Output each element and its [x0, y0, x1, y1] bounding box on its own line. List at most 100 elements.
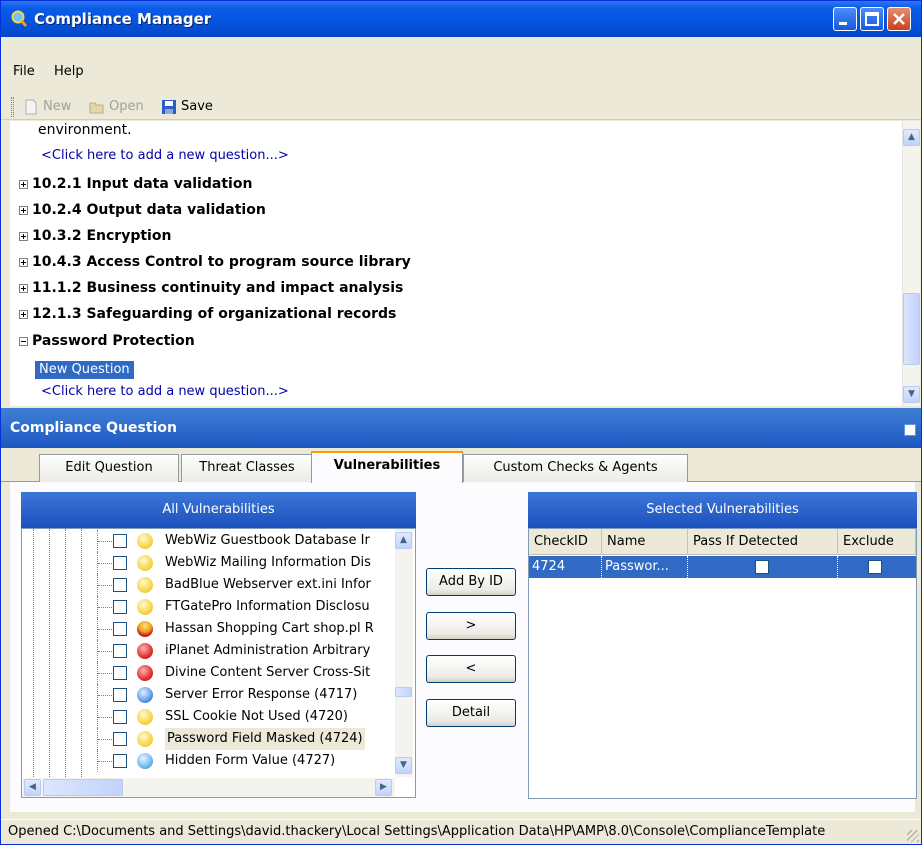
open-button[interactable]: Open — [89, 97, 144, 117]
add-question-link[interactable]: <Click here to add a new question...> — [41, 144, 289, 168]
vulnerability-label: BadBlue Webserver ext.ini Infor — [165, 577, 371, 592]
expand-icon[interactable] — [19, 310, 28, 319]
tree-connector — [98, 541, 112, 542]
new-button[interactable]: New — [23, 97, 71, 117]
yellow-severity-icon — [137, 555, 153, 571]
scroll-up-icon[interactable]: ▲ — [903, 129, 920, 146]
detail-button[interactable]: Detail — [426, 699, 516, 727]
close-button[interactable] — [887, 7, 911, 31]
scroll-thumb[interactable] — [395, 687, 412, 697]
column-exclude[interactable]: Exclude — [838, 529, 916, 555]
minimize-button[interactable] — [833, 7, 857, 31]
toolbar-grip[interactable] — [11, 97, 14, 117]
selected-vulnerabilities-table[interactable]: CheckID Name Pass If Detected Exclude 47… — [528, 528, 917, 799]
tree-connector — [98, 717, 112, 718]
pass-if-detected-checkbox[interactable] — [755, 560, 769, 574]
vulnerability-item[interactable]: SSL Cookie Not Used (4720) — [22, 706, 397, 728]
tree-node-11-1-2[interactable]: 11.1.2 Business continuity and impact an… — [19, 276, 403, 300]
add-by-id-button[interactable]: Add By ID — [426, 568, 516, 596]
title-bar[interactable]: Compliance Manager — [1, 1, 921, 37]
vulnerability-checkbox[interactable] — [113, 556, 127, 570]
tree-node-10-3-2[interactable]: 10.3.2 Encryption — [19, 224, 171, 248]
menu-bar: File Help — [1, 37, 921, 93]
table-row[interactable]: 4724 Passwor... — [529, 556, 916, 578]
tree-node-password-protection[interactable]: Password Protection — [19, 329, 195, 353]
vulnerability-item[interactable]: Hidden Form Value (4727) — [22, 750, 397, 772]
tab-threat-classes[interactable]: Threat Classes — [181, 454, 313, 482]
vulnerability-item[interactable]: Server Error Response (4717) — [22, 684, 397, 706]
scroll-up-icon[interactable]: ▲ — [395, 532, 412, 549]
open-button-label: Open — [109, 99, 144, 114]
tree-connector — [98, 761, 112, 762]
vulnerability-checkbox[interactable] — [113, 600, 127, 614]
expand-icon[interactable] — [19, 258, 28, 267]
scroll-left-icon[interactable]: ◀ — [24, 779, 41, 796]
panel-collapse-icon[interactable] — [904, 424, 916, 436]
tree-connector — [98, 739, 112, 740]
column-pass-if-detected[interactable]: Pass If Detected — [688, 529, 838, 555]
vulnerability-item[interactable]: Divine Content Server Cross-Sit — [22, 662, 397, 684]
vulnerability-item[interactable]: WebWiz Guestbook Database Ir — [22, 530, 397, 552]
selected-question-label: New Question — [35, 361, 134, 379]
exclude-checkbox[interactable] — [868, 560, 882, 574]
expand-icon[interactable] — [19, 206, 28, 215]
tree-question-new[interactable]: New Question — [35, 357, 134, 381]
yellow-severity-icon — [137, 533, 153, 549]
tree-connector — [98, 651, 112, 652]
menu-help[interactable]: Help — [54, 64, 84, 79]
collapse-icon[interactable] — [19, 337, 28, 346]
scroll-down-icon[interactable]: ▼ — [903, 386, 920, 403]
vulnerability-checkbox[interactable] — [113, 644, 127, 658]
resize-grip-icon[interactable] — [907, 830, 919, 842]
column-checkid[interactable]: CheckID — [529, 529, 602, 555]
vulnerability-checkbox[interactable] — [113, 688, 127, 702]
all-vulnerabilities-vscroll[interactable]: ▲ ▼ — [395, 529, 413, 777]
vulnerability-item[interactable]: iPlanet Administration Arbitrary — [22, 640, 397, 662]
vulnerability-checkbox[interactable] — [113, 534, 127, 548]
cell-name: Passwor... — [602, 556, 688, 578]
blue-severity-icon — [137, 687, 153, 703]
yellow-severity-icon — [137, 599, 153, 615]
expand-icon[interactable] — [19, 284, 28, 293]
add-selected-button[interactable]: > — [426, 612, 516, 640]
tree-connector — [98, 585, 112, 586]
scroll-right-icon[interactable]: ▶ — [375, 779, 392, 796]
scroll-thumb[interactable] — [43, 779, 123, 796]
vulnerability-checkbox[interactable] — [113, 710, 127, 724]
all-vulnerabilities-list[interactable]: WebWiz Guestbook Database Ir WebWiz Maili… — [21, 528, 416, 798]
tree-node-10-4-3[interactable]: 10.4.3 Access Control to program source … — [19, 250, 411, 274]
tree-node-label: 10.3.2 Encryption — [32, 228, 172, 244]
vulnerability-item[interactable]: Password Field Masked (4724) — [22, 728, 397, 750]
vulnerability-label: FTGatePro Information Disclosu — [165, 599, 370, 614]
vulnerability-checkbox[interactable] — [113, 666, 127, 680]
tab-custom-checks[interactable]: Custom Checks & Agents — [463, 454, 688, 482]
vulnerability-item[interactable]: FTGatePro Information Disclosu — [22, 596, 397, 618]
vulnerability-checkbox[interactable] — [113, 578, 127, 592]
vulnerability-checkbox[interactable] — [113, 732, 127, 746]
questions-tree[interactable]: environment. <Click here to add a new qu… — [10, 121, 902, 406]
vulnerability-item[interactable]: WebWiz Mailing Information Dis — [22, 552, 397, 574]
save-button[interactable]: Save — [161, 97, 213, 117]
expand-icon[interactable] — [19, 232, 28, 241]
vulnerability-item[interactable]: BadBlue Webserver ext.ini Infor — [22, 574, 397, 596]
column-name[interactable]: Name — [602, 529, 688, 555]
tree-node-10-2-4[interactable]: 10.2.4 Output data validation — [19, 198, 266, 222]
maximize-button[interactable] — [860, 7, 884, 31]
vulnerability-checkbox[interactable] — [113, 754, 127, 768]
panel-title: Compliance Question — [10, 420, 177, 436]
remove-selected-button[interactable]: < — [426, 655, 516, 683]
tree-scrollbar[interactable]: ▲ ▼ — [902, 121, 920, 406]
tab-edit-question[interactable]: Edit Question — [39, 454, 179, 482]
tab-vulnerabilities[interactable]: Vulnerabilities — [311, 451, 463, 483]
all-vulnerabilities-hscroll[interactable]: ◀ ▶ — [22, 778, 395, 797]
scroll-down-icon[interactable]: ▼ — [395, 757, 412, 774]
add-question-link[interactable]: <Click here to add a new question...> — [41, 380, 289, 404]
menu-file[interactable]: File — [13, 64, 35, 79]
vulnerability-item[interactable]: Hassan Shopping Cart shop.pl R — [22, 618, 397, 640]
tree-node-10-2-1[interactable]: 10.2.1 Input data validation — [19, 172, 252, 196]
save-button-label: Save — [181, 99, 213, 114]
tree-node-12-1-3[interactable]: 12.1.3 Safeguarding of organizational re… — [19, 302, 396, 326]
scroll-thumb[interactable] — [903, 293, 920, 365]
expand-icon[interactable] — [19, 180, 28, 189]
vulnerability-checkbox[interactable] — [113, 622, 127, 636]
